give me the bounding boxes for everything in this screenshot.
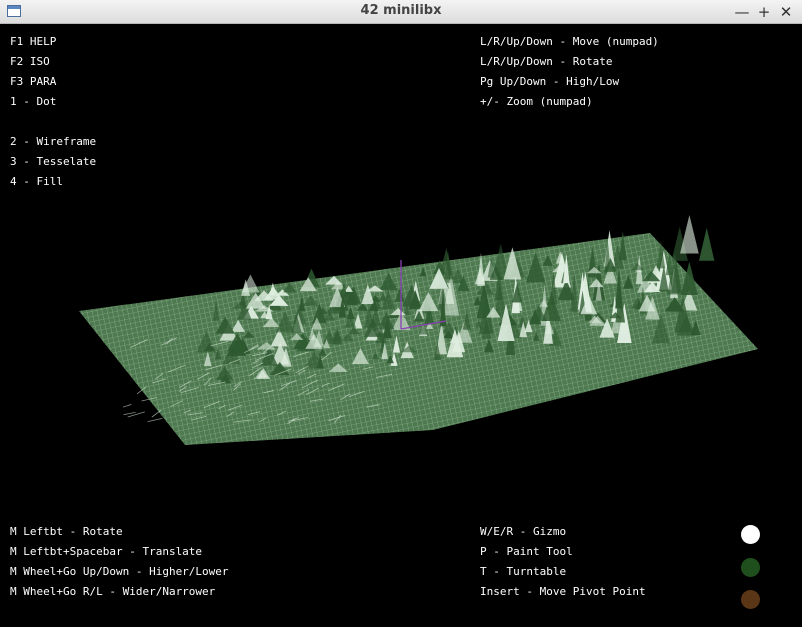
- help-line-left-bottom-3: M Wheel+Go R/L - Wider/Narrower: [10, 585, 216, 598]
- terrain-ridge: [122, 404, 132, 408]
- help-line-left-top-0: F1 HELP: [10, 35, 57, 48]
- help-line-left-bottom-0: M Leftbt - Rotate: [10, 525, 123, 538]
- terrain-ridge: [147, 418, 163, 423]
- help-line-left-top-2: F3 PARA: [10, 75, 57, 88]
- help-line-right-top-3: +/- Zoom (numpad): [480, 95, 593, 108]
- color-swatch-brown[interactable]: [741, 590, 760, 609]
- terrain-peak: [680, 215, 699, 254]
- render-canvas[interactable]: F1 HELP F2 ISO F3 PARA 1 - Dot 2 - Wireframe…: [0, 24, 802, 627]
- help-line-left-top-5: 3 - Tesselate: [10, 155, 97, 168]
- close-button[interactable]: ✕: [776, 2, 796, 22]
- minimize-button[interactable]: —: [732, 2, 752, 22]
- help-line-right-bottom-0: W/E/R - Gizmo: [480, 525, 567, 538]
- help-line-right-bottom-1: P - Paint Tool: [480, 545, 573, 558]
- terrain-peak: [698, 227, 715, 261]
- app-window: 42 minilibx — + ✕ F1 HELP F2 ISO F3 PARA 1 …: [0, 0, 802, 627]
- help-line-left-bottom-2: M Wheel+Go Up/Down - Higher/Lower: [10, 565, 229, 578]
- maximize-button[interactable]: +: [754, 2, 774, 22]
- help-line-right-bottom-3: Insert - Move Pivot Point: [480, 585, 646, 598]
- terrain-ridge: [123, 411, 136, 416]
- help-line-left-bottom-1: M Leftbt+Spacebar - Translate: [10, 545, 203, 558]
- window-title: 42 minilibx: [360, 3, 442, 18]
- help-line-left-top-3: 1 - Dot: [10, 95, 57, 108]
- help-line-right-top-0: L/R/Up/Down - Move (numpad): [480, 35, 659, 48]
- help-line-left-top-1: F2 ISO: [10, 55, 50, 68]
- help-line-right-top-2: Pg Up/Down - High/Low: [480, 75, 620, 88]
- terrain-ridge: [127, 411, 145, 418]
- help-line-left-top-4: 2 - Wireframe: [10, 135, 97, 148]
- help-line-left-top-6: 4 - Fill: [10, 175, 63, 188]
- help-line-right-bottom-2: T - Turntable: [480, 565, 567, 578]
- color-swatch-white[interactable]: [741, 525, 760, 544]
- terrain-ridge: [151, 409, 162, 418]
- title-bar[interactable]: 42 minilibx — + ✕: [0, 0, 802, 24]
- help-line-right-top-1: L/R/Up/Down - Rotate: [480, 55, 613, 68]
- color-swatch-green[interactable]: [741, 558, 760, 577]
